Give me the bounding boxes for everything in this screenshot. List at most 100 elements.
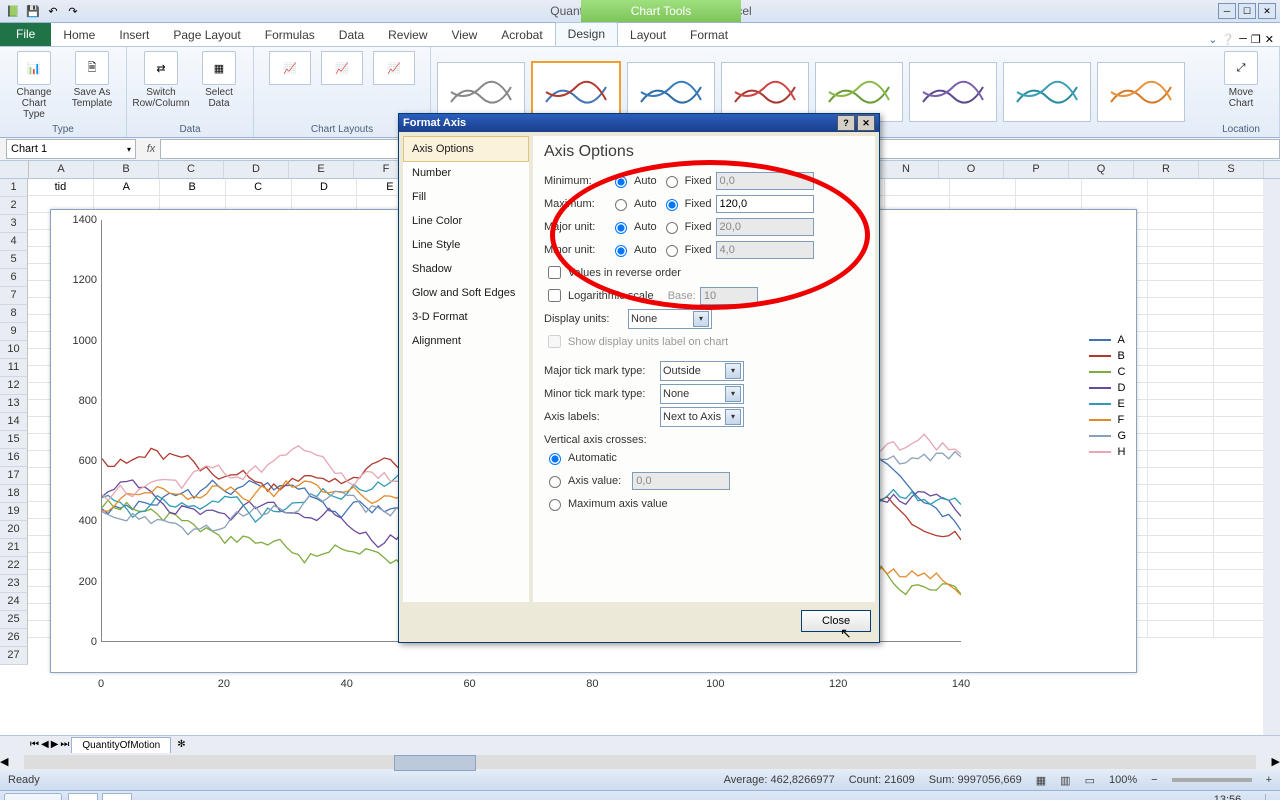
major-auto-radio[interactable]: [615, 222, 627, 234]
nav-line-style[interactable]: Line Style: [404, 233, 528, 257]
close-button[interactable]: ✕: [1258, 3, 1276, 19]
maximum-auto-radio[interactable]: [615, 199, 627, 211]
log-base-input[interactable]: [700, 287, 758, 305]
ribbon-minimize-icon[interactable]: ⌄: [1208, 33, 1217, 46]
restore-button[interactable]: ☐: [1238, 3, 1256, 19]
row-header[interactable]: 12: [0, 377, 28, 395]
chart-layout-3[interactable]: 📈: [373, 51, 415, 85]
row-header[interactable]: 8: [0, 305, 28, 323]
row-header[interactable]: 27: [0, 647, 28, 665]
clock-time[interactable]: 13:56: [1214, 794, 1242, 800]
col-header[interactable]: R: [1134, 161, 1199, 178]
taskbar-explorer-icon[interactable]: 🗂: [68, 793, 98, 800]
legend-item[interactable]: E: [1089, 398, 1126, 410]
reverse-checkbox[interactable]: [548, 266, 561, 279]
sheet-tab[interactable]: QuantityOfMotion: [71, 737, 171, 753]
row-header[interactable]: 11: [0, 359, 28, 377]
row-header[interactable]: 23: [0, 575, 28, 593]
nav-glow[interactable]: Glow and Soft Edges: [404, 281, 528, 305]
zoom-level[interactable]: 100%: [1109, 774, 1137, 786]
row-header[interactable]: 26: [0, 629, 28, 647]
col-header[interactable]: E: [289, 161, 354, 178]
tab-acrobat[interactable]: Acrobat: [489, 24, 554, 46]
row-header[interactable]: 3: [0, 215, 28, 233]
switch-row-column-button[interactable]: ⇄Switch Row/Column: [137, 51, 185, 109]
col-header[interactable]: S: [1199, 161, 1264, 178]
col-header[interactable]: B: [94, 161, 159, 178]
tab-design[interactable]: Design: [555, 22, 618, 46]
row-header[interactable]: 20: [0, 521, 28, 539]
row-header[interactable]: 1: [0, 179, 28, 197]
zoom-in-icon[interactable]: +: [1266, 774, 1272, 786]
view-page-break-icon[interactable]: ▭: [1085, 774, 1095, 787]
tab-layout[interactable]: Layout: [618, 24, 678, 46]
row-header[interactable]: 21: [0, 539, 28, 557]
chart-style-6[interactable]: [909, 62, 997, 122]
new-sheet-icon[interactable]: ✻: [177, 739, 185, 750]
sheet-nav-next-icon[interactable]: ▶: [51, 739, 59, 750]
col-header[interactable]: D: [224, 161, 289, 178]
col-header[interactable]: C: [159, 161, 224, 178]
tab-view[interactable]: View: [440, 24, 490, 46]
dialog-help-icon[interactable]: ?: [837, 115, 855, 131]
tab-review[interactable]: Review: [376, 24, 439, 46]
col-header[interactable]: P: [1004, 161, 1069, 178]
crosses-max-radio[interactable]: [549, 499, 561, 511]
row-header[interactable]: 10: [0, 341, 28, 359]
row-header[interactable]: 18: [0, 485, 28, 503]
maximum-value-input[interactable]: [716, 195, 814, 213]
tab-format[interactable]: Format: [678, 24, 740, 46]
row-header[interactable]: 25: [0, 611, 28, 629]
nav-line-color[interactable]: Line Color: [404, 209, 528, 233]
view-page-layout-icon[interactable]: ▥: [1060, 774, 1070, 787]
row-header[interactable]: 14: [0, 413, 28, 431]
view-normal-icon[interactable]: ▦: [1036, 774, 1046, 787]
nav-fill[interactable]: Fill: [404, 185, 528, 209]
row-header[interactable]: 17: [0, 467, 28, 485]
sheet-nav-first-icon[interactable]: ⏮: [30, 739, 39, 750]
crosses-auto-radio[interactable]: [549, 453, 561, 465]
cell[interactable]: C: [226, 179, 292, 196]
sheet-nav-last-icon[interactable]: ⏭: [60, 739, 69, 750]
major-tick-select[interactable]: Outside▾: [660, 361, 744, 381]
maximum-fixed-radio[interactable]: [666, 199, 678, 211]
cell[interactable]: D: [292, 179, 358, 196]
tab-home[interactable]: Home: [51, 24, 107, 46]
chart-layout-1[interactable]: 📈: [269, 51, 311, 85]
log-checkbox[interactable]: [548, 289, 561, 302]
start-button[interactable]: ⊞Start: [4, 793, 62, 800]
minimum-fixed-radio[interactable]: [666, 176, 678, 188]
major-value-input[interactable]: [716, 218, 814, 236]
tab-formulas[interactable]: Formulas: [253, 24, 327, 46]
row-header[interactable]: 5: [0, 251, 28, 269]
fx-icon[interactable]: fx: [142, 143, 160, 155]
close-button[interactable]: Close: [801, 610, 871, 632]
legend-item[interactable]: D: [1089, 382, 1126, 394]
legend-item[interactable]: C: [1089, 366, 1126, 378]
show-desktop-button[interactable]: [1265, 794, 1276, 800]
minor-tick-select[interactable]: None▾: [660, 384, 744, 404]
save-as-template-button[interactable]: 🗎Save As Template: [68, 51, 116, 120]
dialog-title-bar[interactable]: Format Axis ?✕: [399, 114, 879, 132]
minor-value-input[interactable]: [716, 241, 814, 259]
taskbar-excel-icon[interactable]: 📗: [102, 793, 132, 800]
nav-3d-format[interactable]: 3-D Format: [404, 305, 528, 329]
dialog-close-icon[interactable]: ✕: [857, 115, 875, 131]
minimum-value-input[interactable]: [716, 172, 814, 190]
legend-item[interactable]: F: [1089, 414, 1126, 426]
row-header[interactable]: 9: [0, 323, 28, 341]
tab-insert[interactable]: Insert: [107, 24, 161, 46]
cell[interactable]: tid: [28, 179, 94, 196]
tab-page-layout[interactable]: Page Layout: [161, 24, 252, 46]
tab-data[interactable]: Data: [327, 24, 376, 46]
legend-item[interactable]: B: [1089, 350, 1126, 362]
crosses-value-input[interactable]: [632, 472, 730, 490]
chart-layout-2[interactable]: 📈: [321, 51, 363, 85]
nav-axis-options[interactable]: Axis Options: [403, 136, 529, 162]
row-header[interactable]: 24: [0, 593, 28, 611]
select-all-corner[interactable]: [0, 161, 29, 178]
file-tab[interactable]: File: [0, 23, 51, 46]
minor-fixed-radio[interactable]: [666, 245, 678, 257]
row-header[interactable]: 19: [0, 503, 28, 521]
nav-alignment[interactable]: Alignment: [404, 329, 528, 353]
